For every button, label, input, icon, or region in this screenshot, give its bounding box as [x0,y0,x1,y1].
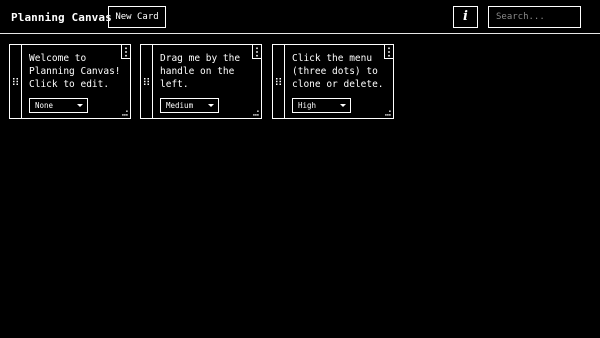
priority-select[interactable]: Medium [160,98,219,113]
search-input[interactable] [488,6,581,28]
resize-corner-icon[interactable] [122,110,128,116]
resize-corner-icon[interactable] [385,110,391,116]
card-text-line: Click the menu [292,53,373,64]
info-icon: i [463,9,468,24]
top-bar: Planning Canvas New Card i [0,0,600,34]
card-text[interactable]: Drag me by the handle on the left. [160,52,256,91]
info-button[interactable]: i [453,6,478,28]
card-1[interactable]: Welcome to Planning Canvas! Click to edi… [9,44,131,119]
priority-value: Medium [166,101,194,110]
card-text-line: (three dots) to [292,66,378,77]
caret-down-icon [208,104,214,107]
priority-select[interactable]: High [292,98,351,113]
resize-corner-icon[interactable] [253,110,259,116]
card-3[interactable]: Click the menu (three dots) to clone or … [272,44,394,119]
grip-dots-icon [276,78,281,85]
card-text-line: left. [160,79,189,90]
grip-dots-icon [144,78,149,85]
card-text-line: Welcome to [29,53,87,64]
card-text-line: handle on the [160,66,235,77]
card-text-line: Drag me by the [160,53,241,64]
card-text[interactable]: Click the menu (three dots) to clone or … [292,52,388,91]
priority-value: None [35,101,54,110]
drag-handle[interactable] [141,45,153,118]
card-text-line: Click to edit. [29,79,110,90]
priority-select[interactable]: None [29,98,88,113]
priority-value: High [298,101,317,110]
drag-handle[interactable] [10,45,22,118]
card-text-line: Planning Canvas! [29,66,121,77]
caret-down-icon [340,104,346,107]
new-card-button[interactable]: New Card [108,6,166,28]
drag-handle[interactable] [273,45,285,118]
app-title: Planning Canvas [11,11,112,24]
card-2[interactable]: Drag me by the handle on the left. Mediu… [140,44,262,119]
caret-down-icon [77,104,83,107]
card-text[interactable]: Welcome to Planning Canvas! Click to edi… [29,52,125,91]
grip-dots-icon [13,78,18,85]
card-text-line: clone or delete. [292,79,384,90]
